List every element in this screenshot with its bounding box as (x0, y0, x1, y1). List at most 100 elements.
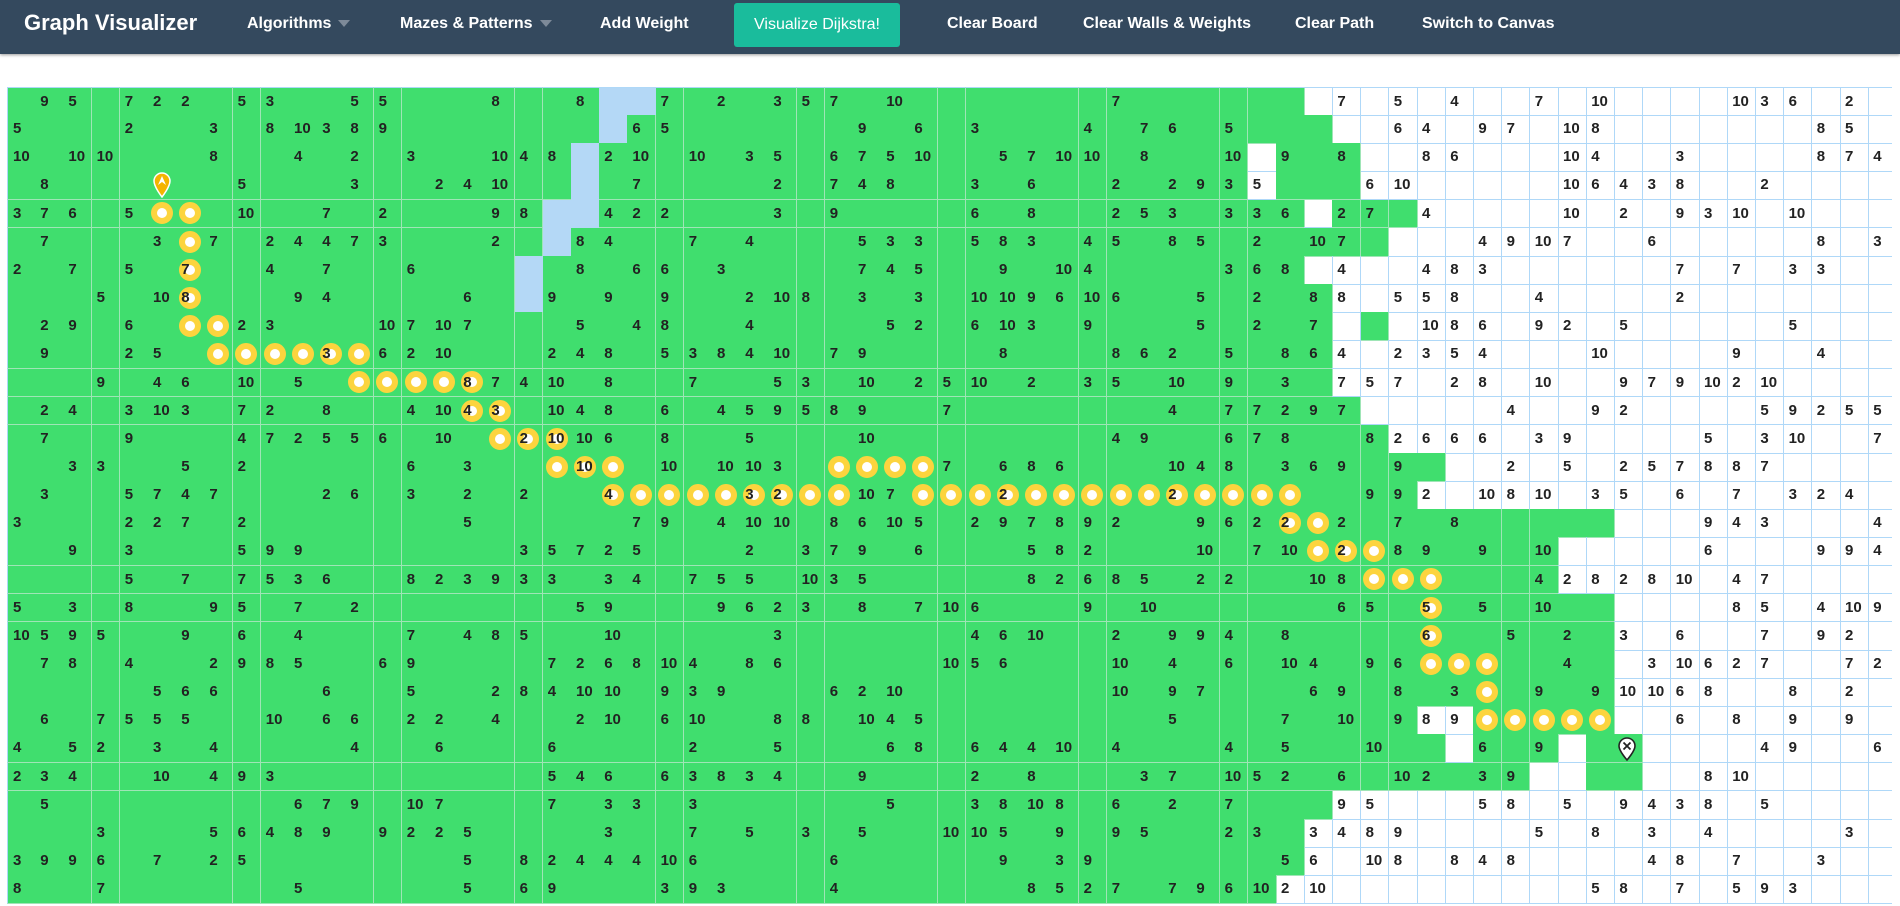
visited-cell[interactable] (542, 593, 572, 623)
visited-cell[interactable] (740, 790, 769, 820)
visited-cell[interactable]: 6 (965, 312, 995, 341)
visited-cell[interactable] (740, 621, 769, 651)
visited-cell[interactable] (148, 621, 177, 651)
visited-cell[interactable]: 9 (1417, 537, 1446, 567)
visited-cell[interactable]: 5 (7, 115, 36, 144)
visited-cell[interactable] (712, 790, 741, 820)
visited-cell[interactable]: 6 (1219, 424, 1249, 454)
visited-cell[interactable] (1050, 593, 1080, 623)
visited-cell[interactable] (655, 565, 685, 595)
visited-cell[interactable] (571, 565, 600, 595)
visited-cell[interactable]: 7 (148, 481, 177, 510)
visited-cell[interactable]: 9 (63, 847, 93, 876)
visited-cell[interactable] (965, 255, 995, 285)
visited-cell[interactable] (599, 875, 628, 904)
grid-cell[interactable] (1529, 790, 1559, 820)
grid-cell[interactable]: 8 (1473, 368, 1503, 398)
visited-cell[interactable] (1417, 509, 1446, 538)
grid-cell[interactable]: 4 (1868, 509, 1892, 538)
visited-cell[interactable] (1445, 565, 1474, 595)
visited-cell[interactable]: 10 (683, 706, 713, 736)
visited-cell[interactable]: 8 (514, 847, 544, 876)
grid-cell[interactable] (1642, 593, 1672, 623)
visited-cell[interactable]: 5 (119, 706, 149, 736)
grid-cell[interactable]: 5 (1247, 171, 1277, 201)
visited-cell[interactable]: 6 (401, 452, 431, 482)
visited-cell[interactable] (1360, 452, 1390, 482)
visited-cell[interactable]: 8 (1276, 424, 1305, 454)
visited-cell[interactable] (768, 790, 798, 820)
grid-cell[interactable]: 8 (1586, 818, 1615, 848)
visited-cell[interactable]: 8 (542, 143, 572, 173)
visited-cell[interactable]: 10 (1022, 790, 1051, 820)
visited-cell[interactable]: 10 (853, 481, 882, 510)
visited-cell[interactable]: 2 (514, 481, 544, 510)
grid-cell[interactable]: 10 (1360, 847, 1390, 876)
visited-cell[interactable] (345, 452, 375, 482)
path-cell[interactable] (345, 340, 375, 370)
visited-cell[interactable] (63, 368, 93, 398)
visited-cell[interactable]: 6 (317, 706, 346, 736)
visited-cell[interactable] (232, 875, 262, 904)
grid-cell[interactable] (1445, 115, 1474, 144)
visited-cell[interactable]: 2 (119, 340, 149, 370)
grid-cell[interactable] (1783, 509, 1813, 538)
visited-cell[interactable] (289, 678, 318, 707)
visited-cell[interactable]: 5 (1219, 340, 1249, 370)
visited-cell[interactable]: 9 (91, 368, 121, 398)
visited-cell[interactable]: 8 (1276, 621, 1305, 651)
grid-cell[interactable] (1360, 340, 1390, 370)
visited-cell[interactable]: 8 (796, 284, 826, 313)
visited-cell[interactable]: 6 (1332, 593, 1362, 623)
grid-cell[interactable]: 6 (1670, 621, 1700, 651)
visited-cell[interactable] (1050, 368, 1080, 398)
visited-cell[interactable] (7, 790, 36, 820)
visited-cell[interactable]: 5 (119, 565, 149, 595)
visited-cell[interactable]: 10 (994, 312, 1023, 341)
visited-cell[interactable]: 2 (7, 762, 36, 792)
visited-cell[interactable] (317, 143, 346, 173)
visited-cell[interactable] (373, 762, 403, 792)
visited-cell[interactable]: 4 (204, 734, 234, 764)
grid-cell[interactable]: 6 (1360, 171, 1390, 201)
visited-cell[interactable] (430, 875, 459, 904)
path-cell[interactable]: 2 (1163, 481, 1192, 510)
visited-cell[interactable]: 5 (317, 424, 346, 454)
visited-cell[interactable] (1106, 143, 1136, 173)
visited-cell[interactable]: 7 (655, 87, 685, 116)
visited-cell[interactable]: 8 (1022, 762, 1051, 792)
visited-cell[interactable] (1501, 593, 1531, 623)
visited-cell[interactable]: 6 (204, 678, 234, 707)
visited-cell[interactable] (1163, 537, 1192, 567)
visited-cell[interactable]: 9 (683, 875, 713, 904)
grid-cell[interactable]: 5 (1558, 790, 1587, 820)
visited-cell[interactable]: 3 (7, 199, 36, 229)
visited-cell[interactable] (373, 143, 403, 173)
visited-cell[interactable] (853, 790, 882, 820)
visited-cell[interactable] (1106, 537, 1136, 567)
visited-cell[interactable]: 2 (1332, 199, 1362, 229)
visited-cell[interactable]: 5 (1473, 593, 1503, 623)
visited-cell[interactable]: 2 (401, 340, 431, 370)
visited-cell[interactable]: 3 (204, 115, 234, 144)
grid-cell[interactable]: 9 (1445, 706, 1474, 736)
visited-cell[interactable] (373, 537, 403, 567)
grid-cell[interactable]: 8 (1699, 790, 1728, 820)
visited-cell[interactable] (148, 593, 177, 623)
visited-cell[interactable]: 10 (7, 143, 36, 173)
grid-cell[interactable] (1558, 368, 1587, 398)
visited-cell[interactable]: 4 (1529, 565, 1559, 595)
grid-cell[interactable]: 8 (1727, 593, 1756, 623)
visited-cell[interactable] (232, 678, 262, 707)
visited-cell[interactable] (260, 509, 290, 538)
visited-cell[interactable] (712, 143, 741, 173)
grid-cell[interactable] (1755, 537, 1785, 567)
visited-cell[interactable]: 5 (909, 255, 939, 285)
visited-cell[interactable]: 2 (1276, 396, 1305, 426)
grid-cell[interactable]: 7 (1332, 368, 1362, 398)
visited-cell[interactable] (994, 762, 1023, 792)
visited-cell[interactable] (1558, 593, 1587, 623)
visited-cell[interactable]: 2 (1078, 537, 1108, 567)
visited-cell[interactable]: 10 (937, 650, 967, 679)
grid-cell[interactable]: 9 (1670, 199, 1700, 229)
